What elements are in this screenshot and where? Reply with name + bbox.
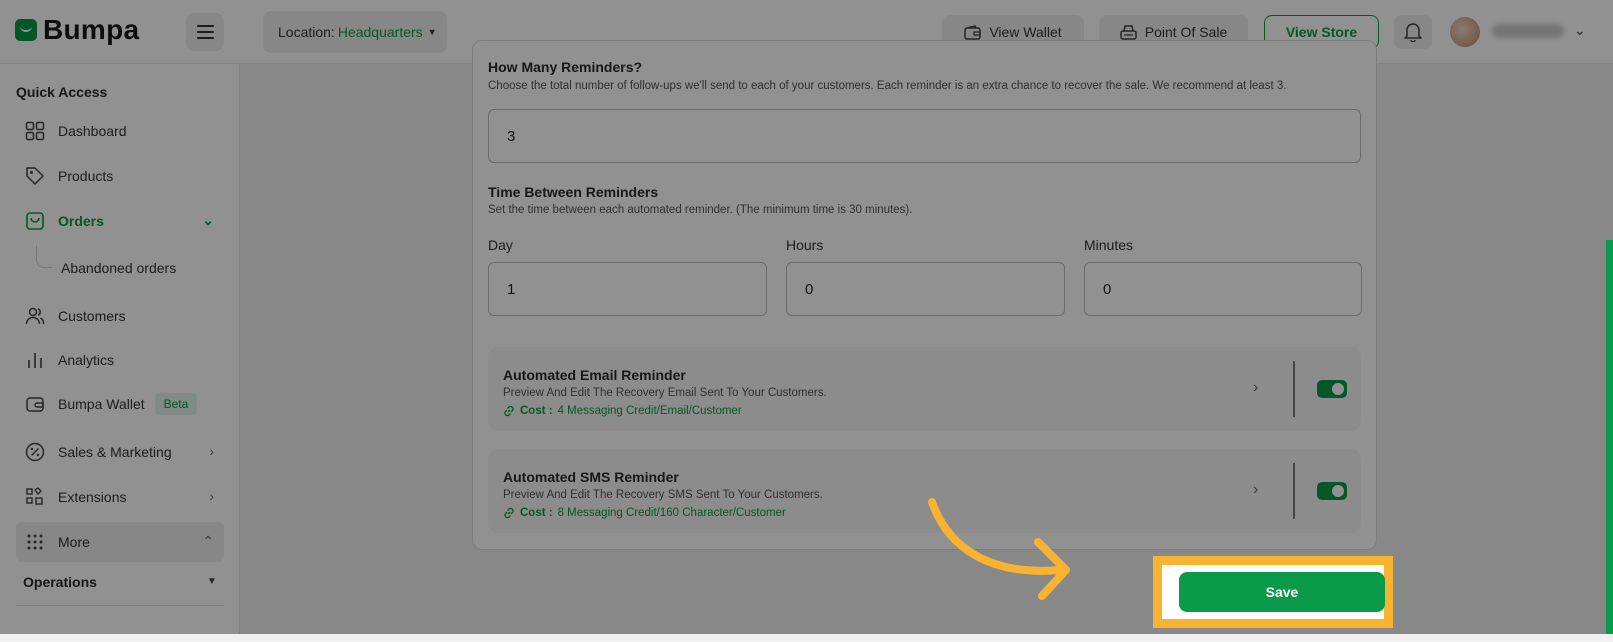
sidebar-item-dashboard[interactable]: Dashboard <box>16 111 224 151</box>
users-icon <box>24 305 46 327</box>
dots-grid-icon <box>24 531 46 553</box>
time-between-reminders-title: Time Between Reminders <box>488 184 659 200</box>
menu-icon-line <box>196 37 214 39</box>
extensions-icon <box>24 486 46 508</box>
day-label: Day <box>488 237 513 253</box>
email-reminder-title: Automated Email Reminder <box>503 367 686 383</box>
pos-icon <box>1120 24 1137 40</box>
chevron-up-icon: ⌃ <box>202 533 214 549</box>
cost-value: 8 Messaging Credit/160 Character/Custome… <box>557 507 786 519</box>
tag-icon <box>24 165 46 187</box>
operations-section-title[interactable]: Operations <box>23 574 97 590</box>
sub-item-connector <box>36 246 52 268</box>
chevron-right-icon[interactable]: › <box>1253 379 1258 397</box>
link-icon <box>504 507 514 519</box>
sidebar: Quick Access Dashboard Products Orders ⌄… <box>0 64 240 634</box>
reminders-count-title: How Many Reminders? <box>488 59 643 75</box>
email-reminder-toggle[interactable] <box>1317 380 1347 398</box>
percent-icon <box>24 441 46 463</box>
save-button[interactable]: Save <box>1179 572 1385 612</box>
sidebar-item-label: Bumpa Wallet <box>58 396 145 412</box>
minutes-input[interactable]: 0 <box>1084 262 1362 316</box>
caret-down-icon[interactable]: ▼ <box>207 576 217 587</box>
sidebar-item-label: Orders <box>58 213 104 229</box>
user-name-blurred <box>1492 24 1564 38</box>
sms-reminder-toggle[interactable] <box>1317 482 1347 500</box>
logo-text: Bumpa <box>43 14 140 45</box>
sidebar-item-sales-marketing[interactable]: Sales & Marketing › <box>16 432 224 472</box>
notifications-button[interactable] <box>1394 15 1432 49</box>
bell-icon <box>1404 23 1422 42</box>
email-reminder-description: Preview And Edit The Recovery Email Sent… <box>503 387 827 399</box>
divider <box>1293 463 1295 519</box>
tutorial-arrow-icon <box>928 498 1070 600</box>
scrollbar-thumb[interactable] <box>1606 240 1613 634</box>
chevron-right-icon[interactable]: › <box>1253 481 1258 499</box>
wallet-icon <box>24 393 46 415</box>
time-between-reminders-description: Set the time between each automated remi… <box>488 204 913 216</box>
location-label: Location: <box>278 24 335 40</box>
reminders-count-description: Choose the total number of follow-ups we… <box>488 80 1287 92</box>
day-input[interactable]: 1 <box>488 262 767 316</box>
bumpa-logo-icon <box>15 19 37 41</box>
chevron-down-icon: ⌄ <box>202 212 214 228</box>
bar-chart-icon <box>24 349 46 371</box>
sidebar-item-label: Extensions <box>58 489 127 505</box>
hours-input[interactable]: 0 <box>786 262 1065 316</box>
caret-down-icon: ▼ <box>427 27 437 37</box>
email-reminder-card[interactable]: Automated Email Reminder Preview And Edi… <box>488 347 1361 431</box>
avatar[interactable] <box>1450 17 1480 47</box>
menu-icon-line <box>196 25 214 27</box>
shopping-bag-icon <box>24 210 46 232</box>
beta-badge: Beta <box>154 393 198 415</box>
chevron-down-icon[interactable]: ⌄ <box>1574 22 1586 39</box>
divider <box>1293 361 1295 417</box>
sidebar-item-label: More <box>58 534 90 550</box>
hours-label: Hours <box>786 237 824 253</box>
cost-label: Cost : <box>520 507 553 519</box>
grid-icon <box>24 120 46 142</box>
minutes-label: Minutes <box>1084 237 1134 253</box>
sidebar-item-label: Analytics <box>58 352 115 368</box>
sms-reminder-cost: Cost : 8 Messaging Credit/160 Character/… <box>503 507 786 519</box>
point-of-sale-label: Point Of Sale <box>1144 24 1228 40</box>
sidebar-item-products[interactable]: Products <box>16 156 224 196</box>
sidebar-item-bumpa-wallet[interactable]: Bumpa Wallet Beta <box>16 384 224 424</box>
sidebar-item-orders[interactable]: Orders ⌄ <box>16 201 224 241</box>
view-wallet-label: View Wallet <box>989 24 1062 40</box>
sms-reminder-title: Automated SMS Reminder <box>503 469 679 485</box>
email-reminder-cost: Cost : 4 Messaging Credit/Email/Customer <box>503 405 742 417</box>
quick-access-title: Quick Access <box>16 84 108 100</box>
hamburger-menu-button[interactable] <box>186 13 224 51</box>
wallet-icon <box>964 24 982 40</box>
bumpa-logo[interactable]: Bumpa <box>15 14 139 46</box>
sidebar-item-extensions[interactable]: Extensions › <box>16 477 224 517</box>
cost-value: 4 Messaging Credit/Email/Customer <box>557 405 742 417</box>
cost-label: Cost : <box>520 405 553 417</box>
sidebar-item-label: Customers <box>58 308 126 324</box>
menu-icon-line <box>196 31 214 33</box>
divider <box>16 605 224 606</box>
link-icon <box>504 405 514 417</box>
chevron-right-icon: › <box>209 443 214 459</box>
sidebar-item-label: Sales & Marketing <box>58 444 172 460</box>
save-highlight-frame: Save <box>1153 556 1393 628</box>
sms-reminder-description: Preview And Edit The Recovery SMS Sent T… <box>503 489 823 501</box>
reminders-count-input[interactable]: 3 <box>488 109 1361 163</box>
chevron-right-icon: › <box>209 488 214 504</box>
sidebar-item-label: Products <box>58 168 114 184</box>
sidebar-item-abandoned-orders[interactable]: Abandoned orders <box>61 260 176 276</box>
sidebar-item-more[interactable]: More ⌃ <box>16 522 224 562</box>
bottom-strip <box>0 634 1613 642</box>
sidebar-item-customers[interactable]: Customers <box>16 296 224 336</box>
sidebar-item-label: Dashboard <box>58 123 127 139</box>
location-value: Headquarters <box>337 24 423 40</box>
location-selector[interactable]: Location: Headquarters ▼ <box>263 11 447 53</box>
sidebar-item-analytics[interactable]: Analytics <box>16 340 224 380</box>
